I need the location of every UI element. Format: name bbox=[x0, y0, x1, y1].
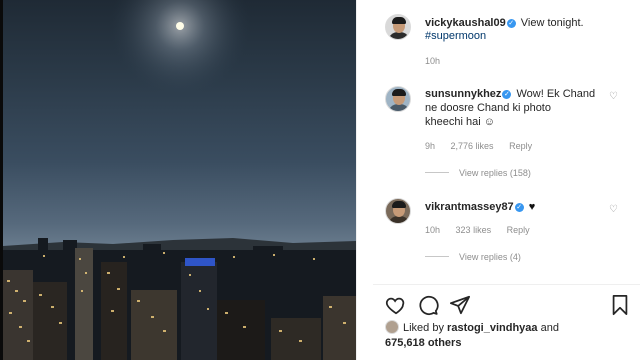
reply-button[interactable]: Reply bbox=[507, 225, 530, 235]
comment-time: 10h bbox=[425, 225, 441, 235]
commenter-avatar[interactable] bbox=[385, 86, 411, 112]
post-photo[interactable] bbox=[3, 0, 356, 360]
comment-likes[interactable]: 2,776 likes bbox=[451, 141, 494, 151]
comment-username[interactable]: vikrantmassey87 bbox=[425, 201, 514, 213]
liked-by-prefix: Liked by bbox=[403, 322, 444, 334]
post-time: 10h bbox=[425, 56, 441, 66]
post-caption: vickykaushal09 ✓ View tonight. #supermoon bbox=[425, 16, 630, 42]
view-replies-link[interactable]: View replies (4) bbox=[425, 252, 521, 262]
like-comment-heart-icon[interactable]: ♡ bbox=[609, 204, 618, 215]
comment-meta: 9h 2,776 likes Reply bbox=[425, 141, 545, 151]
liker-avatar[interactable] bbox=[385, 320, 399, 334]
comment-text: ♥ bbox=[528, 201, 536, 213]
action-bar bbox=[385, 294, 635, 318]
verified-badge-icon: ✓ bbox=[514, 203, 524, 212]
moon bbox=[176, 22, 184, 30]
replies-dash bbox=[425, 172, 449, 173]
comment-meta: 10h 323 likes Reply bbox=[425, 225, 543, 235]
share-icon[interactable] bbox=[449, 294, 471, 316]
comment-text-line3: kheechi hai ☺ bbox=[425, 116, 495, 128]
comment-time: 9h bbox=[425, 141, 436, 151]
view-replies-label: View replies (4) bbox=[459, 252, 521, 262]
liked-by-and: and bbox=[540, 322, 559, 334]
author-avatar[interactable] bbox=[385, 14, 411, 40]
comment-text: Wow! Ek Chand bbox=[516, 88, 596, 100]
verified-badge-icon: ✓ bbox=[502, 90, 512, 99]
author-username[interactable]: vickykaushal09 bbox=[425, 17, 506, 29]
comment-username[interactable]: sunsunnykhez bbox=[425, 88, 501, 100]
verified-badge-icon: ✓ bbox=[506, 19, 516, 28]
commenter-avatar[interactable] bbox=[385, 198, 411, 224]
comment-likes[interactable]: 323 likes bbox=[456, 225, 492, 235]
comment-icon[interactable] bbox=[417, 294, 439, 316]
post-details-panel: vickykaushal09 ✓ View tonight. #supermoon… bbox=[373, 0, 640, 360]
likes-count[interactable]: 675,618 others bbox=[385, 337, 461, 349]
view-replies-link[interactable]: View replies (158) bbox=[425, 168, 531, 178]
view-replies-label: View replies (158) bbox=[459, 168, 531, 178]
actions-divider bbox=[373, 284, 640, 285]
replies-dash bbox=[425, 256, 449, 257]
bookmark-icon[interactable] bbox=[609, 294, 631, 316]
night-city-skyline bbox=[3, 0, 356, 360]
comment-item: sunsunnykhez ✓ Wow! Ek Chand ne doosre Ch… bbox=[425, 87, 605, 129]
caption-text: View tonight. bbox=[520, 17, 584, 29]
panel-gap bbox=[356, 0, 373, 360]
moon-glow bbox=[110, 0, 250, 96]
liker-username[interactable]: rastogi_vindhyaa bbox=[447, 322, 537, 334]
comment-item: vikrantmassey87 ✓ ♥ bbox=[425, 200, 605, 214]
like-comment-heart-icon[interactable]: ♡ bbox=[609, 91, 618, 102]
heart-icon[interactable] bbox=[385, 294, 407, 316]
reply-button[interactable]: Reply bbox=[509, 141, 532, 151]
comment-text-line2: ne doosre Chand ki photo bbox=[425, 102, 551, 114]
likes-summary: Liked by rastogi_vindhyaa and 675,618 ot… bbox=[385, 320, 635, 351]
hashtag-link[interactable]: #supermoon bbox=[425, 30, 630, 42]
